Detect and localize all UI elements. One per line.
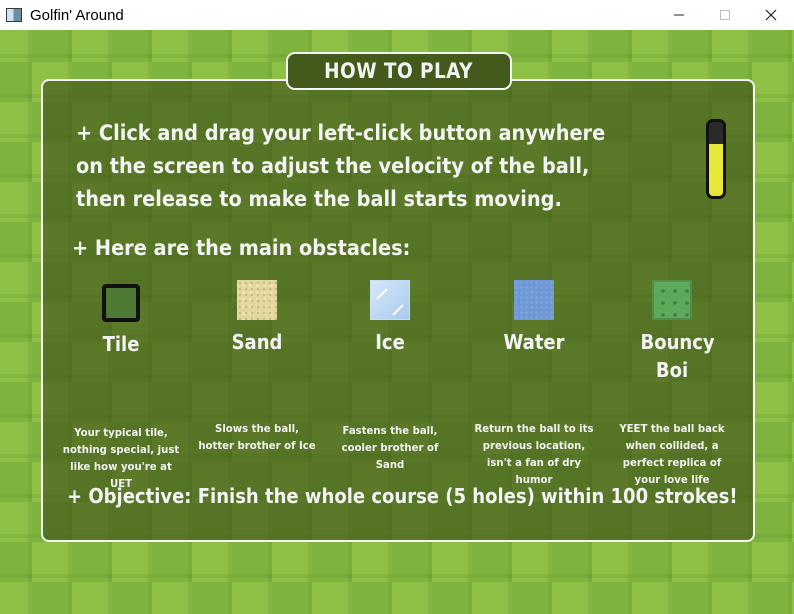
- obstacle-name: Water: [503, 330, 565, 354]
- obstacle-description: YEET the ball back when collided, a perf…: [619, 422, 725, 486]
- maximize-icon: [720, 10, 730, 20]
- how-to-play-title: HOW TO PLAY: [324, 59, 474, 83]
- app-icon: [6, 8, 22, 22]
- window-title: Golfin' Around: [30, 6, 124, 24]
- obstacle-description: Slows the ball, hotter brother of Ice: [198, 422, 316, 452]
- obstacle-sand: Sand Slows the ball, hotter brother of I…: [192, 280, 322, 452]
- instruction-controls: + Click and drag your left-click button …: [76, 121, 606, 211]
- power-meter: [706, 119, 726, 199]
- obstacle-description: Your typical tile, nothing special, just…: [62, 426, 180, 490]
- obstacle-description: Fastens the ball, cooler brother of Sand: [341, 424, 439, 471]
- window-titlebar: Golfin' Around: [0, 0, 794, 30]
- window-controls: [656, 0, 794, 30]
- maximize-button[interactable]: [702, 0, 748, 30]
- ice-tile-icon: [370, 280, 410, 320]
- obstacle-ice: Ice Fastens the ball, cooler brother of …: [325, 280, 455, 471]
- water-tile-icon: [514, 280, 554, 320]
- obstacle-bouncy-boi: Bouncy Boi YEET the ball back when colli…: [607, 280, 737, 486]
- close-icon: [765, 9, 777, 21]
- grass-tile-icon: [102, 284, 140, 322]
- obstacle-name: Tile: [102, 332, 140, 356]
- minimize-icon: [674, 14, 684, 16]
- obstacle-description: Return the ball to its previous location…: [474, 422, 594, 486]
- minimize-button[interactable]: [656, 0, 702, 30]
- obstacle-name: Ice: [375, 330, 405, 354]
- bouncy-tile-icon: [652, 280, 692, 320]
- power-meter-fill: [709, 144, 723, 196]
- obstacle-name: Bouncy Boi: [640, 330, 715, 382]
- obstacle-name: Sand: [231, 330, 283, 354]
- obstacle-water: Water Return the ball to its previous lo…: [469, 280, 599, 486]
- instruction-obstacles-heading: + Here are the main obstacles:: [72, 236, 411, 260]
- sand-tile-icon: [237, 280, 277, 320]
- objective-text: + Objective: Finish the whole course (5 …: [67, 484, 738, 508]
- obstacle-tile: Tile Your typical tile, nothing special,…: [56, 280, 186, 490]
- close-button[interactable]: [748, 0, 794, 30]
- how-to-play-title-box: HOW TO PLAY: [286, 52, 512, 90]
